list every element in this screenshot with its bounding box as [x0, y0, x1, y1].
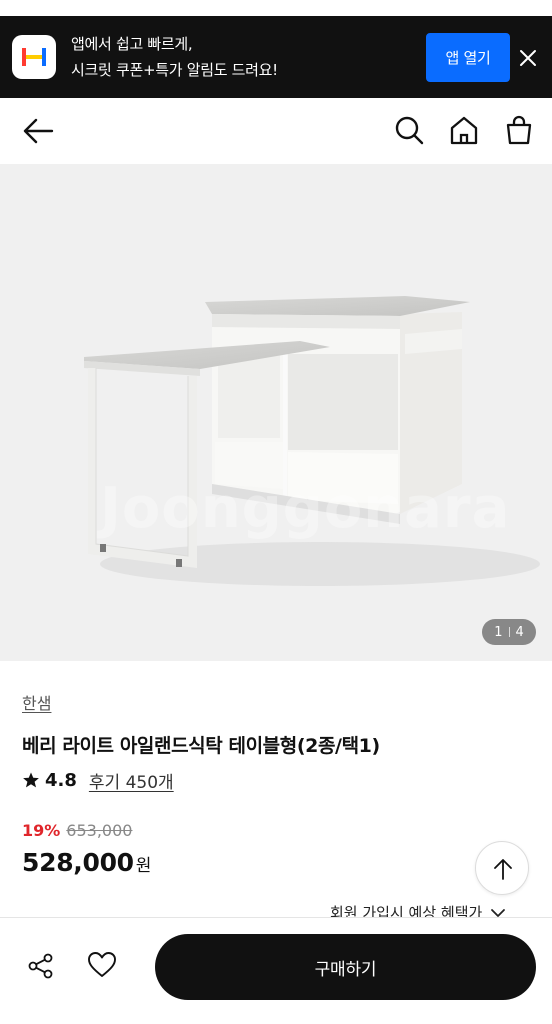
- sale-price: 528,000: [22, 848, 134, 877]
- app-logo: [12, 35, 56, 79]
- review-link[interactable]: 후기 450개: [89, 768, 174, 793]
- image-current: 1: [494, 624, 503, 640]
- home-icon[interactable]: [448, 114, 480, 146]
- top-navigation: [0, 98, 552, 164]
- shopping-bag-icon[interactable]: [503, 114, 535, 146]
- discount-rate: 19%: [22, 821, 61, 840]
- share-icon[interactable]: [26, 951, 56, 981]
- heart-icon[interactable]: [86, 949, 118, 981]
- app-install-banner: 앱에서 쉽고 빠르게, 시크릿 쿠폰+특가 알림도 드려요! 앱 열기: [0, 16, 552, 98]
- close-icon[interactable]: [517, 47, 539, 69]
- product-image[interactable]: Joonggonara 1 4: [0, 164, 552, 661]
- original-price: 653,000: [66, 821, 133, 840]
- buy-button[interactable]: 구매하기: [155, 934, 536, 1000]
- brand-link[interactable]: 한샘: [22, 690, 51, 714]
- sale-price-row: 528,000 원: [22, 848, 151, 877]
- banner-line-2: 시크릿 쿠폰+특가 알림도 드려요!: [71, 61, 278, 79]
- arrow-up-icon: [494, 859, 512, 880]
- scroll-to-top-button[interactable]: [475, 841, 529, 895]
- price-original-row: 19% 653,000: [22, 821, 132, 840]
- image-counter: 1 4: [482, 619, 536, 645]
- status-strip: [0, 0, 552, 16]
- currency-unit: 원: [135, 856, 152, 876]
- product-photo: [84, 296, 540, 586]
- product-title: 베리 라이트 아일랜드식탁 테이블형(2종/택1): [22, 735, 380, 757]
- bottom-action-bar: 구매하기: [0, 917, 552, 1024]
- banner-line-1: 앱에서 쉽고 빠르게,: [71, 35, 193, 53]
- watermark: Joonggonara: [100, 476, 511, 541]
- rating-value: 4.8: [45, 769, 77, 791]
- open-app-button[interactable]: 앱 열기: [426, 33, 510, 82]
- banner-message: 앱에서 쉽고 빠르게, 시크릿 쿠폰+특가 알림도 드려요!: [71, 31, 278, 83]
- counter-divider: [508, 627, 510, 637]
- rating-row: 4.8 후기 450개: [22, 768, 174, 793]
- arrow-left-icon[interactable]: [22, 114, 54, 146]
- search-icon[interactable]: [393, 114, 425, 146]
- image-total: 4: [515, 624, 524, 640]
- star-icon: [23, 772, 39, 788]
